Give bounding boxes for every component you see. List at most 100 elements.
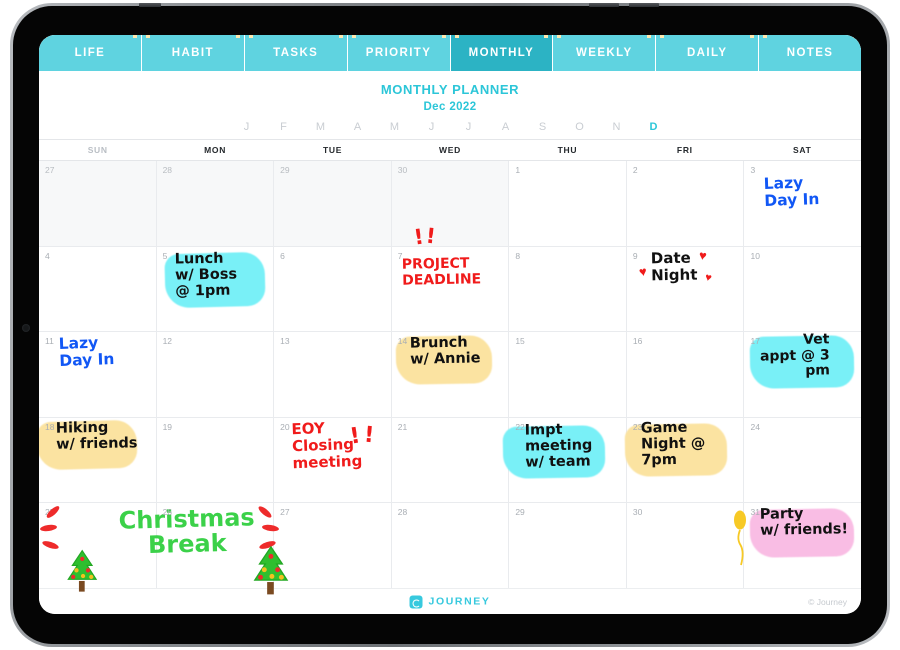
tab-tab-nub-right — [235, 35, 240, 38]
tab-label: DAILY — [686, 47, 728, 59]
weekday-thu: THU — [557, 145, 578, 155]
day-number: 12 — [162, 336, 173, 347]
highlighter-stroke-yellow — [395, 335, 493, 386]
day-cell-24[interactable]: 24 — [744, 418, 861, 503]
day-number: 24 — [750, 421, 760, 432]
day-cell-23[interactable]: 23 Game Night @ 7pm — [624, 417, 745, 503]
app-footer: JOURNEY © Journey — [39, 588, 861, 614]
month-letter-3[interactable]: A — [339, 121, 376, 133]
tab-tasks[interactable]: TASKS — [244, 35, 348, 71]
weekday-sun: SUN — [87, 145, 108, 155]
day-cell-30[interactable]: 30 — [627, 503, 746, 588]
christmas-tree-icon — [251, 545, 291, 599]
week-row: 18 Hiking w/ friends 19 20 EOY Closing meeti… — [39, 417, 861, 504]
tab-tab-nub-right — [544, 35, 549, 38]
day-number: 17 — [750, 336, 760, 347]
day-cell-31[interactable]: 31 Party w/ friends! — [744, 503, 861, 588]
tab-label: MONTHLY — [468, 47, 535, 59]
tab-tab-nub-right — [853, 35, 857, 38]
day-cell-1[interactable]: 1 — [509, 161, 627, 246]
day-cell-25[interactable]: 25Christmas Break — [39, 503, 289, 595]
planner-header: MONTHLY PLANNER Dec 2022 JFMAMJJASOND — [39, 71, 861, 139]
handwritten-note: PROJECT DEADLINE — [401, 255, 482, 288]
day-number: 8 — [515, 250, 521, 261]
month-letter-5[interactable]: J — [413, 121, 450, 133]
day-cell-17[interactable]: 17 Vet appt @ 3 pm — [744, 332, 861, 417]
weekday-wed: WED — [439, 145, 461, 155]
day-cell-14[interactable]: 14 Brunch w/ Annie — [392, 332, 510, 417]
day-cell-20[interactable]: 20 EOY Closing meeting!! — [274, 417, 392, 503]
tab-priority[interactable]: PRIORITY — [347, 35, 451, 71]
day-cell-8[interactable]: 8 — [509, 246, 627, 332]
day-cell-19[interactable]: 19 — [157, 417, 275, 503]
day-cell-4[interactable]: 4 — [39, 246, 157, 332]
tab-label: NOTES — [786, 47, 834, 59]
month-letter-6[interactable]: J — [450, 121, 487, 133]
day-cell-5[interactable]: 5 Lunch w/ Boss @ 1pm — [157, 246, 275, 332]
tab-label: PRIORITY — [365, 47, 432, 59]
day-number: 16 — [632, 336, 643, 347]
day-cell-3[interactable]: 3 Lazy Day In — [744, 161, 861, 246]
month-letter-8[interactable]: S — [524, 121, 561, 133]
volume-up-button[interactable] — [589, 3, 619, 7]
day-cell-12[interactable]: 12 — [157, 332, 275, 417]
day-cell-21[interactable]: 21 — [392, 417, 510, 503]
day-cell-18[interactable]: 18 Hiking w/ friends — [39, 417, 157, 503]
month-letter-11[interactable]: D — [635, 121, 672, 133]
volume-down-button[interactable] — [629, 3, 659, 7]
highlighter-stroke-cyan — [502, 424, 606, 479]
day-cell-28[interactable]: 28 — [392, 503, 510, 588]
day-cell-29[interactable]: 29 — [274, 161, 392, 246]
tab-habit[interactable]: HABIT — [141, 35, 245, 71]
day-number: 21 — [397, 421, 408, 432]
day-cell-15[interactable]: 15 — [509, 332, 627, 417]
week-row: 27 28 29 30 1 2 3 Lazy Day In — [39, 161, 861, 247]
day-cell-22[interactable]: 22 Impt meeting w/ team — [502, 417, 627, 503]
month-letter-10[interactable]: N — [598, 121, 635, 133]
tab-life[interactable]: LIFE — [39, 35, 142, 71]
day-cell-16[interactable]: 16 — [627, 332, 745, 417]
month-letter-2[interactable]: M — [302, 121, 339, 133]
calendar-weeks: 27 28 29 30 1 2 3 Lazy Day In 4 5 Lunch w/ Boss @ … — [39, 161, 861, 595]
month-letter-7[interactable]: A — [487, 121, 524, 133]
day-cell-6[interactable]: 6 — [274, 246, 392, 332]
tab-weekly[interactable]: WEEKLY — [553, 35, 657, 71]
day-cell-29[interactable]: 29 — [509, 503, 627, 588]
day-number: 7 — [397, 250, 403, 261]
day-cell-13[interactable]: 13 — [274, 332, 392, 417]
day-number: 29 — [515, 507, 525, 518]
weekday-sat: SAT — [793, 145, 812, 155]
front-camera — [22, 324, 30, 332]
week-row: 25Christmas Break26 27 28 29 30 31Party w/ fr… — [39, 503, 861, 595]
day-number: 11 — [45, 336, 54, 347]
day-cell-7[interactable]: 7!! PROJECT DEADLINE — [392, 223, 510, 332]
tab-notes[interactable]: NOTES — [759, 35, 861, 71]
month-letter-1[interactable]: F — [265, 121, 302, 133]
month-selector-strip: JFMAMJJASOND — [39, 121, 861, 133]
day-number: 22 — [515, 421, 525, 432]
week-row: 4 5 Lunch w/ Boss @ 1pm 6 7!! PROJECT DEADLIN… — [39, 223, 861, 333]
celebration-dash-mark — [41, 539, 60, 551]
day-cell-28[interactable]: 28 — [156, 161, 275, 246]
day-cell-2[interactable]: 2 — [627, 161, 745, 246]
day-cell-10[interactable]: 10 — [744, 247, 861, 332]
month-letter-9[interactable]: O — [561, 121, 598, 133]
day-cell-30[interactable]: 30 — [391, 161, 510, 246]
day-number: 31 — [750, 507, 760, 518]
month-letter-0[interactable]: J — [228, 121, 265, 133]
page-title: MONTHLY PLANNER — [380, 82, 520, 97]
power-button[interactable] — [139, 3, 161, 7]
day-cell-9[interactable]: 9 Date Night ♥ ♥ ♥ — [627, 246, 745, 332]
day-number: 20 — [280, 421, 290, 432]
tab-bar: LIFE HABIT TASKS PRIORITY MONTHLY WEEKLY DAILY… — [39, 35, 861, 71]
month-letter-4[interactable]: M — [376, 121, 413, 133]
heart-icon: ♥ — [703, 271, 713, 285]
app-screen: LIFE HABIT TASKS PRIORITY MONTHLY WEEKLY DAILY… — [39, 35, 861, 614]
tab-monthly[interactable]: MONTHLY — [450, 35, 554, 71]
tab-daily[interactable]: DAILY — [656, 35, 760, 71]
tab-tab-nub-right — [132, 35, 137, 38]
day-cell-27[interactable]: 27 — [39, 161, 157, 246]
day-cell-11[interactable]: 11 Lazy Day In — [39, 332, 157, 417]
day-number: 2 — [632, 165, 638, 175]
day-cell-27[interactable]: 27 — [274, 503, 392, 588]
